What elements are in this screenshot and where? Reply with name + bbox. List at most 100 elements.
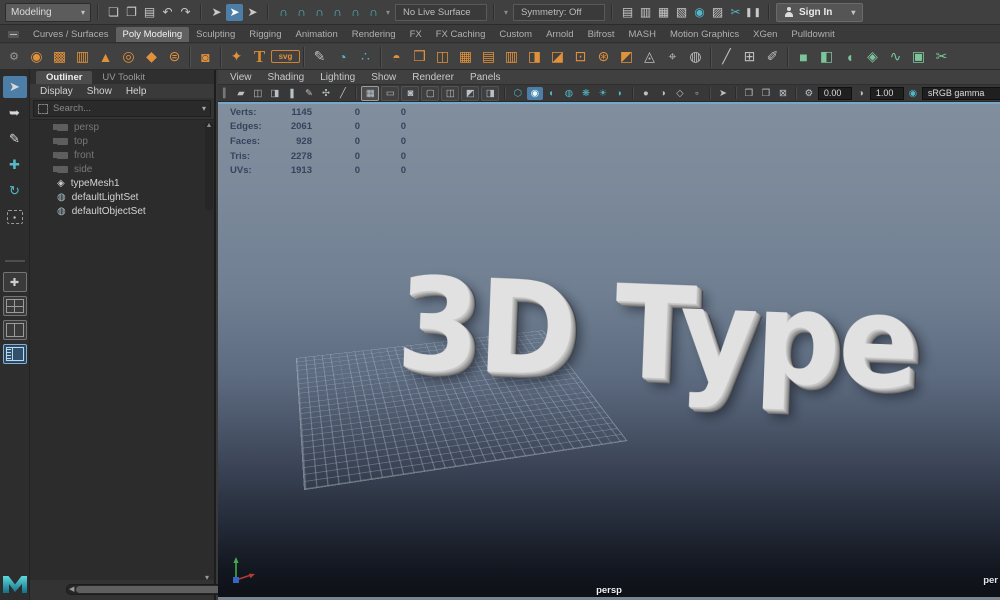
chevron-down-icon[interactable]: ▾ — [202, 104, 206, 113]
textured-icon[interactable]: ◍ — [561, 87, 577, 100]
gamma-field[interactable]: 1.00 — [870, 87, 904, 100]
poly-disc-icon[interactable]: ⊜ — [163, 46, 186, 68]
outliner-item-defaultObjectSet[interactable]: ◍defaultObjectSet — [30, 204, 214, 218]
render-sequence-icon[interactable]: ▥ — [637, 4, 654, 21]
viewport-canvas[interactable]: Verts:114500Edges:206100Faces:92800Tris:… — [218, 102, 1000, 600]
panel-menu-shading[interactable]: Shading — [260, 72, 313, 83]
center-pivot-icon[interactable]: ∴ — [354, 46, 377, 68]
resolution-gate-icon[interactable]: ◙ — [401, 86, 419, 101]
outliner-search[interactable]: Search... ▾ — [33, 100, 211, 117]
combine-icon[interactable]: ❒ — [408, 46, 431, 68]
scroll-left-icon[interactable]: ◀ — [69, 586, 74, 593]
pencil-curve-icon[interactable]: ✐ — [761, 46, 784, 68]
layout-outliner-persp-button[interactable] — [3, 344, 27, 364]
move-tool[interactable]: ✚ — [3, 154, 27, 176]
outliner-item-top[interactable]: top — [30, 134, 214, 148]
select-camera-icon[interactable]: ▰ — [233, 87, 249, 100]
wireframe-icon[interactable]: ⬡ — [510, 87, 526, 100]
render-settings-icon[interactable]: ▧ — [673, 4, 690, 21]
svg-tool-icon[interactable]: svg — [271, 50, 300, 63]
shelf-tab-motion-graphics[interactable]: Motion Graphics — [663, 27, 746, 42]
layout-single-pane-button[interactable]: ✚ — [3, 272, 27, 292]
gear-icon[interactable]: ⚙ — [3, 50, 25, 63]
make-live-icon[interactable]: ∩ — [365, 4, 382, 21]
wrap-deformer-icon[interactable]: ◈ — [861, 46, 884, 68]
snap-to-curve-icon[interactable]: ∩ — [293, 4, 310, 21]
pause-viewport-icon[interactable]: ❚❚ — [745, 4, 762, 21]
symmetrize-icon[interactable]: ◨ — [523, 46, 546, 68]
use-all-lights-icon[interactable]: ❋ — [578, 87, 594, 100]
horizontal-scrollbar[interactable]: ◀ ▶ — [66, 584, 238, 595]
render-view-icon[interactable]: ◉ — [691, 4, 708, 21]
select-hierarchy-icon[interactable]: ➤ — [244, 4, 261, 21]
snap-to-projected-center-icon[interactable]: ∩ — [329, 4, 346, 21]
save-scene-icon[interactable]: ▤ — [141, 4, 158, 21]
safe-title-icon[interactable]: ◨ — [481, 86, 499, 101]
reduce-icon[interactable]: ▤ — [477, 46, 500, 68]
new-scene-icon[interactable]: ❏ — [105, 4, 122, 21]
exposure-field[interactable]: 0.00 — [818, 87, 852, 100]
x-ray-joints-icon[interactable]: ◇ — [672, 87, 688, 100]
mirror-icon[interactable]: ◫ — [431, 46, 454, 68]
redo-icon[interactable]: ↷ — [177, 4, 194, 21]
paint-select-tool[interactable]: ✎ — [3, 128, 27, 150]
chevron-down-icon[interactable]: ▾ — [501, 4, 511, 21]
scale-tool[interactable]: ▪ — [7, 210, 23, 224]
multi-cut-icon[interactable]: ✂ — [930, 46, 953, 68]
exposure-icon[interactable]: ⚙ — [801, 87, 817, 100]
poly-cube-icon[interactable]: ▩ — [48, 46, 71, 68]
spread-icon[interactable]: ◬ — [638, 46, 661, 68]
scene-render-icon[interactable]: ❒ — [741, 87, 757, 100]
poly-cone-icon[interactable]: ▲ — [94, 46, 117, 68]
2d-pan-zoom-icon[interactable]: ✣ — [318, 87, 334, 100]
shelf-tab-bifrost[interactable]: Bifrost — [581, 27, 622, 42]
menu-help[interactable]: Help — [126, 86, 147, 97]
outliner-item-side[interactable]: side — [30, 162, 214, 176]
snap-to-point-icon[interactable]: ∩ — [311, 4, 328, 21]
shelf-tab-curves-surfaces[interactable]: Curves / Surfaces — [26, 27, 116, 42]
grease-pencil-icon[interactable]: ╱ — [335, 87, 351, 100]
tab-outliner[interactable]: Outliner — [36, 71, 92, 84]
scrollbar-thumb[interactable] — [76, 586, 227, 593]
sphere-project-icon[interactable]: ◍ — [684, 46, 707, 68]
gate-mask-icon[interactable]: ▢ — [421, 86, 439, 101]
poly-torus-icon[interactable]: ◎ — [117, 46, 140, 68]
chevron-down-icon[interactable]: ▾ — [383, 4, 393, 21]
plugin-shading-icon[interactable]: ▫ — [689, 87, 705, 100]
type-mesh-3d-text[interactable]: 3D Type — [394, 250, 920, 419]
remesh-icon[interactable]: ◪ — [546, 46, 569, 68]
shelf-tab-animation[interactable]: Animation — [288, 27, 344, 42]
shelf-tab-pulldownit[interactable]: Pulldownit — [784, 27, 841, 42]
poly-plane-icon[interactable]: ◆ — [140, 46, 163, 68]
shelf-tab-xgen[interactable]: XGen — [746, 27, 784, 42]
outliner-item-persp[interactable]: persp — [30, 120, 214, 134]
color-space-dropdown[interactable]: sRGB gamma ▾ — [922, 87, 1000, 100]
wireframe-on-shaded-icon[interactable]: ◐ — [544, 87, 560, 100]
view-transform-icon[interactable]: ◉ — [905, 87, 921, 100]
sign-in-button[interactable]: Sign In ▾ — [776, 3, 863, 22]
live-surface-field[interactable]: No Live Surface — [395, 4, 487, 21]
fold-icon[interactable]: ◩ — [615, 46, 638, 68]
ipr-render-icon[interactable]: ▦ — [655, 4, 672, 21]
edit-lattice-icon[interactable]: ⊞ — [738, 46, 761, 68]
sculpt-mesh-icon[interactable]: ✎ — [308, 46, 331, 68]
isolate-select-icon[interactable]: ● — [638, 87, 654, 100]
film-gate-icon[interactable]: ▭ — [381, 86, 399, 101]
hypershade-icon[interactable]: ▨ — [709, 4, 726, 21]
camera-attributes-icon[interactable]: ◨ — [267, 87, 283, 100]
rotate-tool[interactable]: ↻ — [3, 180, 27, 202]
outliner-item-defaultLightSet[interactable]: ◍defaultLightSet — [30, 190, 214, 204]
bookmark-icon[interactable]: ❚ — [284, 87, 300, 100]
shelf-tab-arnold[interactable]: Arnold — [539, 27, 580, 42]
symmetry-field[interactable]: Symmetry: Off — [513, 4, 605, 21]
safe-action-icon[interactable]: ◩ — [461, 86, 479, 101]
shadows-icon[interactable]: ☀ — [595, 87, 611, 100]
target-weld-icon[interactable]: ⌖ — [661, 46, 684, 68]
shelf-tab-poly-modeling[interactable]: Poly Modeling — [116, 27, 190, 42]
menu-show[interactable]: Show — [87, 86, 112, 97]
panel-menu-lighting[interactable]: Lighting — [312, 72, 363, 83]
layout-four-pane-button[interactable] — [3, 296, 27, 316]
shelf-tab-sculpting[interactable]: Sculpting — [189, 27, 242, 42]
panel-menu-view[interactable]: View — [222, 72, 260, 83]
panel-menu-show[interactable]: Show — [363, 72, 404, 83]
